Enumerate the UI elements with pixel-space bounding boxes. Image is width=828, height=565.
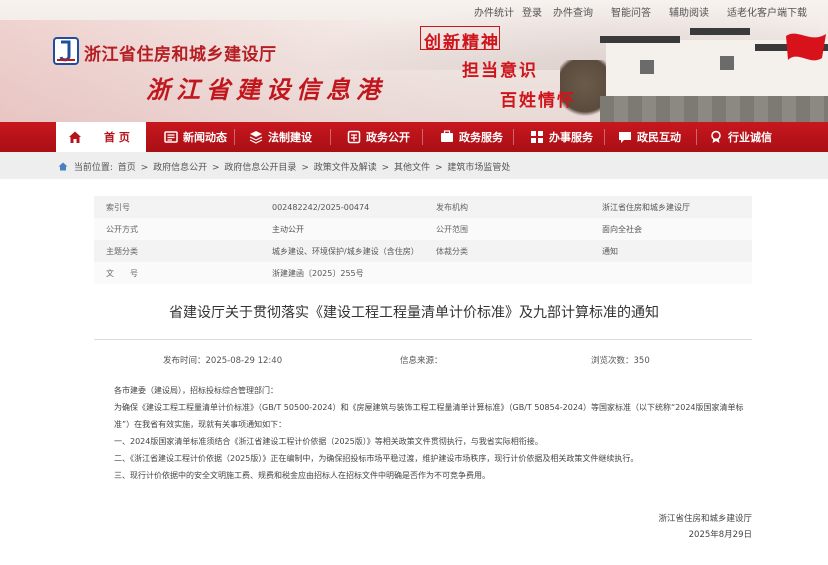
breadcrumb-sep: > — [381, 163, 390, 173]
port-name: 浙江省建设信息港 — [146, 75, 386, 104]
table-row: 主题分类 城乡建设、环境保护/城乡建设（含住房） 体裁分类 通知 — [94, 240, 752, 262]
nav-item-integrity[interactable]: 行业诚信 — [709, 122, 772, 152]
nav-label: 办事服务 — [549, 131, 593, 144]
chat-icon — [619, 132, 631, 143]
banner-roof — [600, 36, 680, 43]
paragraph: 为确保《建设工程工程量清单计价标准》（GB/T 50500-2024）和《房屋建… — [114, 403, 744, 429]
breadcrumb-sep: > — [434, 163, 443, 173]
nav-item-interaction[interactable]: 政民互动 — [618, 122, 681, 152]
view-count: 浏览次数：350 — [591, 356, 650, 366]
info-value: 主动公开 — [260, 218, 424, 240]
info-value: 002482242/2025-00474 — [260, 196, 424, 218]
banner-roof — [690, 28, 750, 35]
list-item: 二、《浙江省建设工程计价依据（2025版）》正在编制中，为确保招投标市场平稳过渡… — [114, 454, 639, 463]
info-key: 索引号 — [94, 196, 260, 218]
gov-icon — [347, 130, 361, 144]
table-row: 公开方式 主动公开 公开范围 面向全社会 — [94, 218, 752, 240]
breadcrumb-link[interactable]: 其他文件 — [394, 163, 430, 173]
site-name[interactable]: 浙江省住房和城乡建设厅 — [84, 40, 277, 65]
nav-item-handling[interactable]: 办事服务 — [530, 122, 593, 152]
nav-label: 首 页 — [104, 131, 130, 144]
table-row: 索引号 002482242/2025-00474 发布机构 浙江省住房和城乡建设… — [94, 196, 752, 218]
layers-icon — [249, 131, 263, 144]
nav-item-gov-services[interactable]: 政务服务 — [440, 122, 503, 152]
link-elder-app[interactable]: 适老化客户端下载 — [727, 4, 807, 19]
info-key: 发布机构 — [424, 196, 590, 218]
signature-date: 2025年8月29日 — [688, 530, 752, 540]
info-value: 浙建建函〔2025〕255号 — [260, 262, 424, 284]
breadcrumb-link[interactable]: 政府信息公开目录 — [224, 163, 296, 173]
info-source: 信息来源： — [400, 356, 443, 366]
slogan-innovation: 创新精神 — [424, 33, 500, 53]
info-key: 体裁分类 — [424, 240, 590, 262]
slogan-responsibility: 担当意识 — [462, 61, 538, 81]
divider — [94, 339, 752, 340]
salutation: 各市建委（建设局），招标投标综合管理部门： — [114, 386, 278, 395]
info-key: 主题分类 — [94, 240, 260, 262]
info-key: 文 号 — [94, 262, 260, 284]
home-icon — [69, 131, 81, 143]
nav-label: 新闻动态 — [183, 131, 227, 144]
nav-label: 政民互动 — [637, 131, 681, 144]
nav-item-legal[interactable]: 法制建设 — [249, 122, 312, 152]
nav-label: 政务公开 — [366, 131, 410, 144]
breadcrumb-link[interactable]: 政府信息公开 — [153, 163, 207, 173]
nav-label: 政务服务 — [459, 131, 503, 144]
list-item: 三、现行计价依据中的安全文明施工费、规费和税金应由招标人在招标文件中明确是否作为… — [114, 471, 490, 480]
red-flag-icon — [786, 33, 826, 61]
breadcrumb-sep: > — [301, 163, 309, 173]
info-value: 面向全社会 — [590, 218, 752, 240]
info-value — [590, 262, 752, 284]
link-qa[interactable]: 智能问答 — [611, 4, 651, 19]
slogan-people: 百姓情怀 — [500, 91, 576, 111]
info-value: 浙江省住房和城乡建设厅 — [590, 196, 752, 218]
banner-stone-wall — [600, 96, 828, 122]
breadcrumb-link[interactable]: 建筑市场监管处 — [447, 163, 510, 173]
banner-window — [720, 56, 734, 70]
table-row: 文 号 浙建建函〔2025〕255号 — [94, 262, 752, 284]
grid-icon — [531, 131, 543, 143]
nav-item-news[interactable]: 新闻动态 — [164, 122, 227, 152]
banner-window — [640, 60, 654, 74]
link-stats[interactable]: 办件统计 — [474, 4, 514, 19]
utility-links: 办件统计 登录 办件查询 智能问答 辅助阅读 适老化客户端下载 — [0, 4, 828, 20]
info-value: 通知 — [590, 240, 752, 262]
document-info-table: 索引号 002482242/2025-00474 发布机构 浙江省住房和城乡建设… — [94, 196, 752, 284]
breadcrumb-sep: > — [140, 163, 149, 173]
service-icon — [441, 130, 453, 142]
document-title: 省建设厅关于贯彻落实《建设工程工程量清单计价标准》及九部计算标准的通知 — [169, 305, 659, 321]
link-reading[interactable]: 辅助阅读 — [669, 4, 709, 19]
nav-label: 行业诚信 — [728, 131, 772, 144]
nav-item-home[interactable]: 首 页 — [56, 122, 146, 152]
info-key: 公开方式 — [94, 218, 260, 240]
news-icon — [164, 131, 178, 143]
info-key — [424, 262, 590, 284]
breadcrumb-prefix: 当前位置: — [73, 163, 113, 173]
breadcrumb-link[interactable]: 政策文件及解读 — [314, 163, 377, 173]
nav-item-gov-affairs[interactable]: 政务公开 — [347, 122, 410, 152]
list-item: 一、2024版国家清单标准须结合《浙江省建设工程计价依据（2025版）》等相关政… — [114, 437, 543, 446]
breadcrumb-link[interactable]: 首页 — [118, 163, 136, 173]
document-body: 各市建委（建设局），招标投标综合管理部门： 为确保《建设工程工程量清单计价标准》… — [94, 382, 754, 484]
info-value: 城乡建设、环境保护/城乡建设（含住房） — [260, 240, 424, 262]
publish-time: 发布时间：2025-08-29 12:40 — [163, 356, 283, 366]
link-query[interactable]: 办件查询 — [553, 4, 593, 19]
nav-label: 法制建设 — [268, 131, 312, 144]
info-key: 公开范围 — [424, 218, 590, 240]
signature-org: 浙江省住房和城乡建设厅 — [658, 514, 752, 524]
badge-icon — [711, 130, 721, 143]
home-small-icon — [58, 162, 68, 171]
site-banner: 浙江省住房和城乡建设厅 浙江省建设信息港 创新精神 担当意识 百姓情怀 办件统计… — [0, 0, 828, 122]
breadcrumb-sep: > — [212, 163, 220, 173]
link-login[interactable]: 登录 — [522, 4, 542, 19]
breadcrumb: 当前位置: 首页 > 政府信息公开 > 政府信息公开目录 > 政策文件及解读 >… — [0, 152, 828, 179]
main-nav: 首 页 新闻动态 法制建设 政务公开 政务服务 办事服务 政民互动 行业诚信 — [0, 122, 828, 152]
department-emblem-icon — [53, 37, 79, 65]
